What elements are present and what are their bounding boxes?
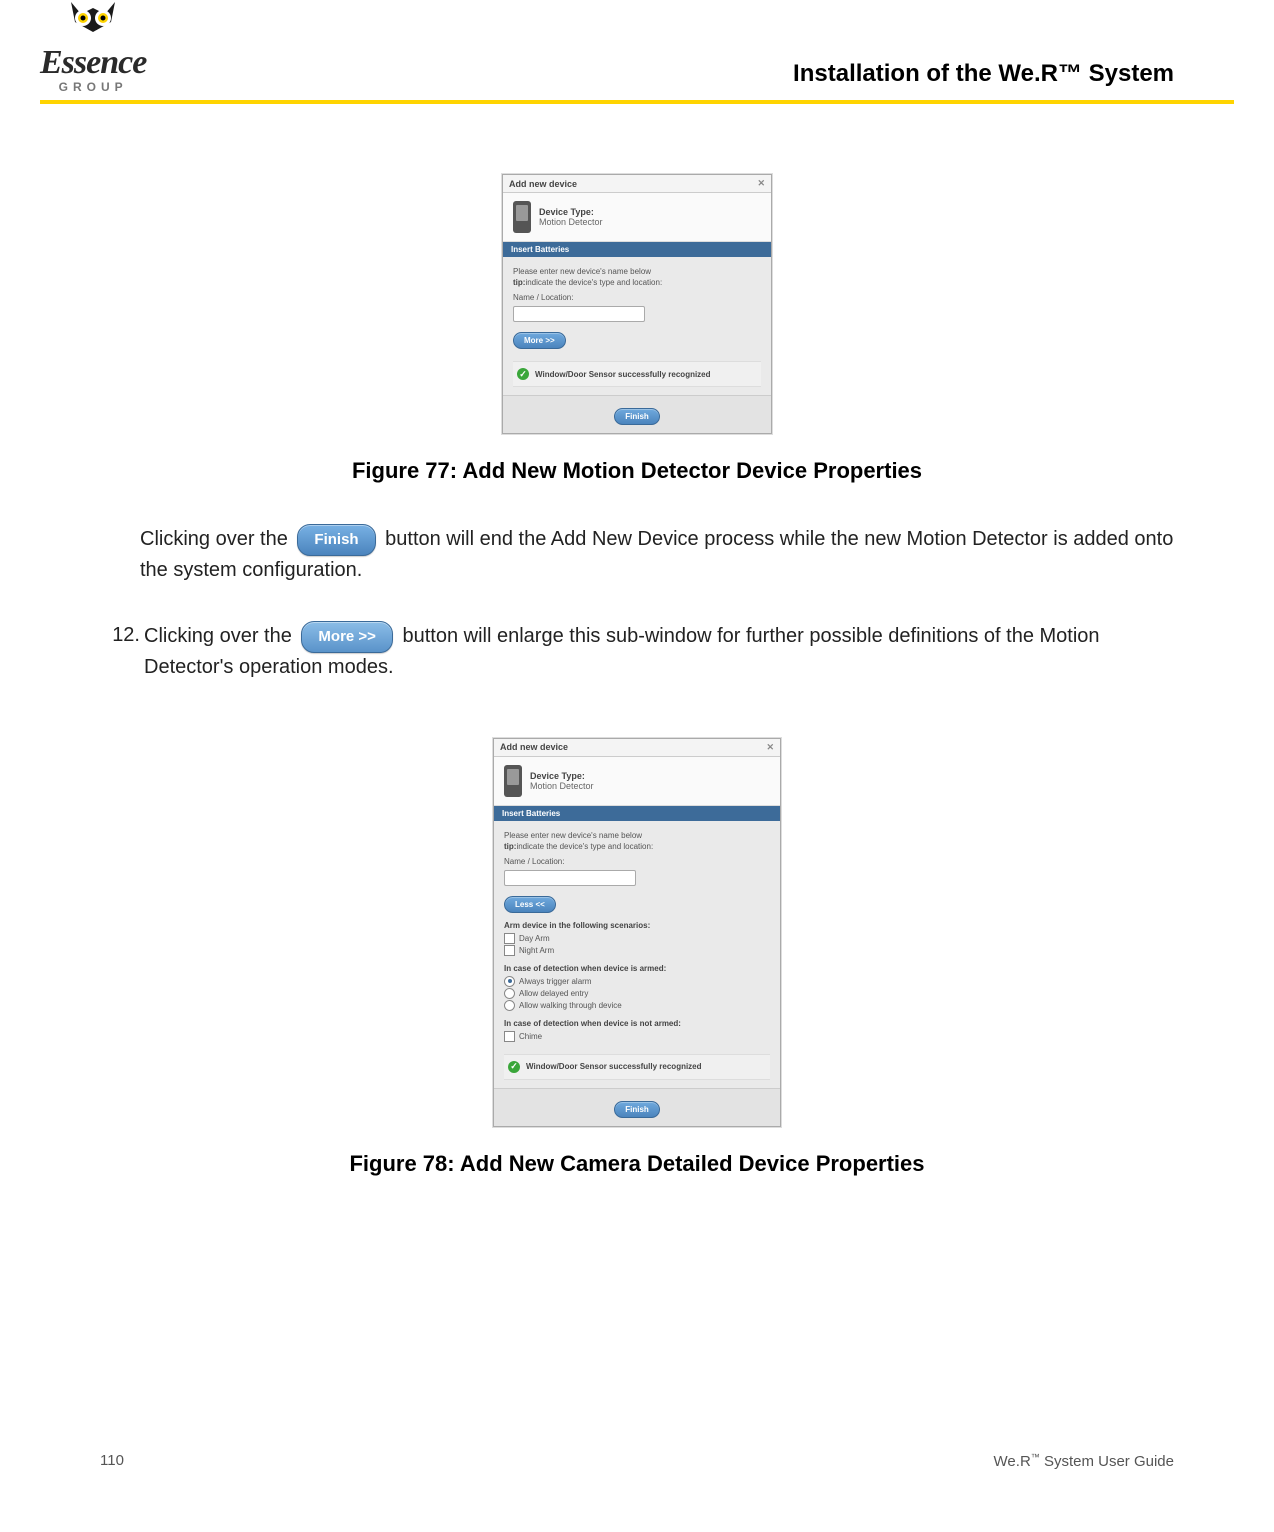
status-text: Window/Door Sensor successfully recogniz… xyxy=(526,1062,702,1071)
name-label: Name / Location: xyxy=(504,857,770,866)
close-icon[interactable]: ✕ xyxy=(757,178,765,189)
dialog-titlebar: Add new device ✕ xyxy=(503,175,771,193)
figure-caption-78: Figure 78: Add New Camera Detailed Devic… xyxy=(100,1151,1174,1177)
name-input[interactable] xyxy=(504,870,636,886)
device-type-label: Device Type: xyxy=(530,771,594,781)
tip-label: tip: xyxy=(513,278,525,287)
status-row: ✓ Window/Door Sensor successfully recogn… xyxy=(513,361,761,387)
dialog-add-device-basic: Add new device ✕ Device Type: Motion Det… xyxy=(502,174,772,434)
inline-finish-button[interactable]: Finish xyxy=(297,524,375,556)
device-type-value: Motion Detector xyxy=(530,781,594,791)
dialog-title-text: Add new device xyxy=(509,179,577,189)
armed-detection-header: In case of detection when device is arme… xyxy=(504,964,770,973)
device-type-row: Device Type: Motion Detector xyxy=(503,193,771,242)
figure-caption-77: Figure 77: Add New Motion Detector Devic… xyxy=(100,458,1174,484)
more-button[interactable]: More >> xyxy=(513,332,566,349)
name-input[interactable] xyxy=(513,306,645,322)
instruction-text: Please enter new device's name below xyxy=(504,831,770,840)
check-icon: ✓ xyxy=(517,368,529,380)
dialog-titlebar: Add new device ✕ xyxy=(494,739,780,757)
guide-name: We.R™ System User Guide xyxy=(994,1452,1174,1470)
brand-logo: Essence GROUP xyxy=(40,0,146,94)
page-number: 110 xyxy=(100,1452,124,1470)
brand-name: Essence xyxy=(40,44,146,82)
arm-scenarios-header: Arm device in the following scenarios: xyxy=(504,921,770,930)
radio-walk-through[interactable] xyxy=(504,1000,515,1011)
dialog-title-text: Add new device xyxy=(500,742,568,752)
finish-button[interactable]: Finish xyxy=(614,1101,660,1118)
checkbox-day-arm[interactable] xyxy=(504,933,515,944)
label-walk-through: Allow walking through device xyxy=(519,1001,622,1010)
header-rule xyxy=(40,100,1234,104)
label-delayed-entry: Allow delayed entry xyxy=(519,989,588,998)
status-row: ✓ Window/Door Sensor successfully recogn… xyxy=(504,1054,770,1080)
label-day-arm: Day Arm xyxy=(519,934,550,943)
step-12: 12. Clicking over the More >> button wil… xyxy=(100,621,1174,682)
brand-sub: GROUP xyxy=(59,80,128,94)
instruction-text: Please enter new device's name below xyxy=(513,267,761,276)
step-number: 12. xyxy=(100,621,140,682)
device-type-row: Device Type: Motion Detector xyxy=(494,757,780,806)
paragraph-finish: Clicking over the Finish button will end… xyxy=(140,524,1174,585)
label-night-arm: Night Arm xyxy=(519,946,554,955)
checkbox-night-arm[interactable] xyxy=(504,945,515,956)
tip-label: tip: xyxy=(504,842,516,851)
inline-more-button[interactable]: More >> xyxy=(301,621,393,653)
device-icon xyxy=(504,765,522,797)
doc-section-title: Installation of the We.R™ System xyxy=(793,60,1174,88)
dialog-add-device-detailed: Add new device ✕ Device Type: Motion Det… xyxy=(493,738,781,1127)
name-label: Name / Location: xyxy=(513,293,761,302)
step-bar: Insert Batteries xyxy=(503,242,771,257)
radio-always-trigger[interactable] xyxy=(504,976,515,987)
check-icon: ✓ xyxy=(508,1061,520,1073)
device-icon xyxy=(513,201,531,233)
tip-text: indicate the device's type and location: xyxy=(525,278,662,287)
status-text: Window/Door Sensor successfully recogniz… xyxy=(535,370,711,379)
device-type-value: Motion Detector xyxy=(539,217,603,227)
owl-icon xyxy=(61,0,125,48)
step-bar: Insert Batteries xyxy=(494,806,780,821)
label-chime: Chime xyxy=(519,1032,542,1041)
radio-delayed-entry[interactable] xyxy=(504,988,515,999)
less-button[interactable]: Less << xyxy=(504,896,556,913)
tip-text: indicate the device's type and location: xyxy=(516,842,653,851)
finish-button[interactable]: Finish xyxy=(614,408,660,425)
checkbox-chime[interactable] xyxy=(504,1031,515,1042)
label-always-trigger: Always trigger alarm xyxy=(519,977,591,986)
page-footer: 110 We.R™ System User Guide xyxy=(100,1452,1174,1470)
notarmed-detection-header: In case of detection when device is not … xyxy=(504,1019,770,1028)
close-icon[interactable]: ✕ xyxy=(766,742,774,753)
device-type-label: Device Type: xyxy=(539,207,603,217)
